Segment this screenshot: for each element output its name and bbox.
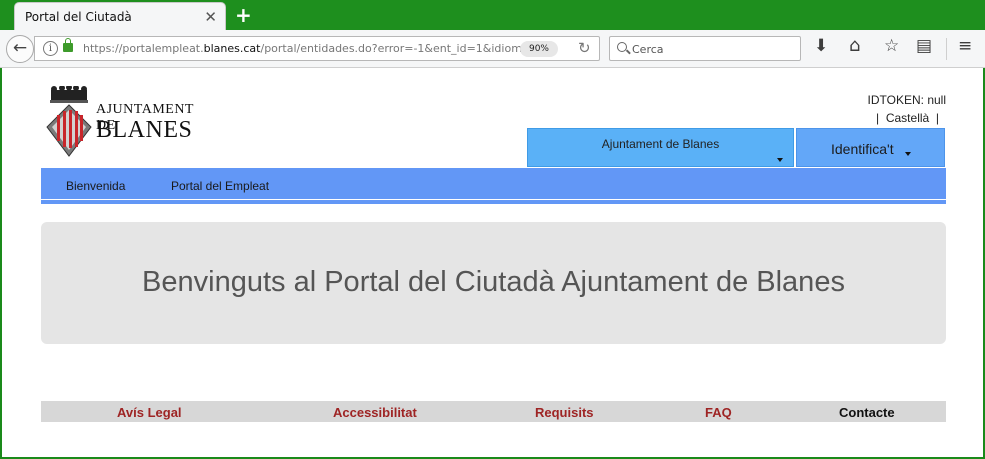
- url-host: blanes.cat: [203, 42, 261, 55]
- idtoken-label: IDTOKEN: null: [867, 93, 946, 107]
- login-dropdown-label: Identifica't: [831, 141, 894, 157]
- welcome-title: Benvinguts al Portal del Ciutadà Ajuntam…: [142, 266, 845, 298]
- reading-list-icon[interactable]: ▤: [916, 36, 932, 56]
- browser-toolbar: i https://portalempleat.blanes.cat/porta…: [0, 30, 985, 68]
- home-icon[interactable]: ⌂: [849, 35, 860, 56]
- footer-link-requisits[interactable]: Requisits: [535, 405, 594, 420]
- footer-links-bar: Avís Legal Accessibilitat Requisits FAQ …: [41, 401, 946, 422]
- reload-icon[interactable]: ↻: [578, 39, 591, 57]
- search-bar[interactable]: [609, 36, 801, 61]
- language-links: | Castellà |: [876, 111, 939, 125]
- url-bar[interactable]: i https://portalempleat.blanes.cat/porta…: [34, 36, 600, 61]
- download-icon[interactable]: ⬇: [814, 36, 828, 56]
- bookmark-star-icon[interactable]: ☆: [884, 36, 899, 56]
- main-nav: Bienvenida Portal del Empleat: [41, 168, 946, 199]
- ajuntament-logo[interactable]: AJUNTAMENT DE BLANES: [44, 84, 209, 158]
- lock-icon: [63, 38, 73, 52]
- menu-icon[interactable]: ≡: [958, 36, 972, 56]
- nav-item-bienvenida[interactable]: Bienvenida: [66, 179, 125, 193]
- url-text[interactable]: https://portalempleat.blanes.cat/portal/…: [83, 42, 545, 55]
- tab-strip: Portal del Ciutadà ✕ +: [0, 0, 985, 30]
- entity-dropdown-label: Ajuntament de Blanes: [601, 137, 720, 151]
- language-castella-link[interactable]: Castellà: [886, 111, 929, 125]
- nav-item-portal-empleat[interactable]: Portal del Empleat: [171, 179, 269, 193]
- info-icon[interactable]: i: [43, 41, 58, 56]
- coat-of-arms-icon: [46, 84, 92, 157]
- close-tab-icon[interactable]: ✕: [204, 8, 217, 26]
- footer-link-faq[interactable]: FAQ: [705, 405, 732, 420]
- nav-underline: [41, 200, 946, 204]
- caret-down-icon: [777, 158, 783, 162]
- logo-text-bottom: BLANES: [96, 117, 193, 143]
- back-button[interactable]: ←: [6, 35, 34, 63]
- search-input[interactable]: [632, 40, 792, 58]
- search-icon: [617, 42, 627, 52]
- login-dropdown[interactable]: Identifica't: [796, 128, 945, 167]
- entity-dropdown[interactable]: Ajuntament de Blanes: [527, 128, 794, 167]
- footer-link-avis-legal[interactable]: Avís Legal: [117, 405, 182, 420]
- welcome-banner: Benvinguts al Portal del Ciutadà Ajuntam…: [41, 222, 946, 344]
- footer-link-accessibilitat[interactable]: Accessibilitat: [333, 405, 417, 420]
- toolbar-separator: [946, 38, 947, 60]
- tab-title: Portal del Ciutadà: [25, 10, 132, 24]
- browser-tab[interactable]: Portal del Ciutadà ✕: [14, 2, 226, 30]
- new-tab-icon[interactable]: +: [235, 3, 252, 27]
- arrow-left-icon: ←: [12, 38, 28, 58]
- zoom-level-badge[interactable]: 90%: [520, 41, 558, 57]
- footer-link-contacte[interactable]: Contacte: [839, 405, 895, 420]
- caret-down-icon: [905, 152, 911, 156]
